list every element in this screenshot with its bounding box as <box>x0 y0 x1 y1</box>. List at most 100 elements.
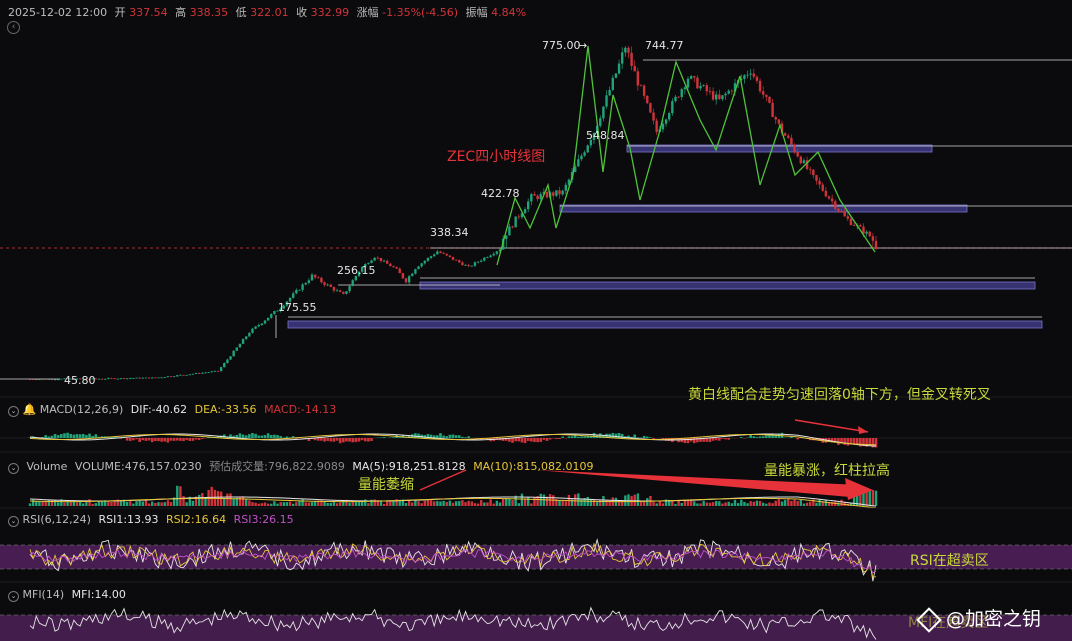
macd-bar <box>796 438 799 440</box>
volume-bar <box>871 489 875 506</box>
volume-bar <box>57 502 60 506</box>
macd-bar <box>88 433 91 438</box>
candle-body <box>511 226 514 228</box>
candle-body <box>151 377 154 379</box>
collapse-icon[interactable]: ⌄ <box>8 516 19 527</box>
candle-body <box>254 326 257 329</box>
ma10-label: MA(10): <box>473 460 517 473</box>
macd-bar <box>244 435 248 438</box>
dea-value: -33.56 <box>221 403 257 416</box>
candle-body <box>342 291 345 294</box>
volume-bar <box>232 498 235 506</box>
volume-bar <box>483 502 486 506</box>
volume-bar <box>736 503 740 506</box>
volume-bar <box>35 501 38 506</box>
candle-body <box>104 378 107 380</box>
macd-annotation: 黄白线配合走势匀速回落0轴下方，但金叉转死叉 <box>688 387 991 403</box>
price-label: 256.15 <box>337 264 376 277</box>
bell-icon[interactable]: 🔔 <box>23 403 37 416</box>
candle-body <box>407 276 411 283</box>
candle-body <box>270 314 273 318</box>
candle-body <box>370 260 373 264</box>
volume-bar <box>386 501 389 506</box>
candle-body <box>633 65 636 72</box>
collapse-icon[interactable]: ⌄ <box>8 406 19 417</box>
candle-body <box>307 280 311 283</box>
volume-bar <box>677 500 680 506</box>
ma5-label: MA(5): <box>352 460 389 473</box>
volume-bar <box>335 503 339 506</box>
candle-body <box>160 377 163 379</box>
volume-bar <box>874 490 878 506</box>
volume-bar <box>226 493 229 506</box>
macd-bar <box>580 436 583 438</box>
macd-bar <box>81 433 85 438</box>
macd-bar <box>201 438 204 440</box>
candle-body <box>639 85 643 87</box>
candle-body <box>426 257 430 261</box>
volume-bar <box>442 500 445 506</box>
candle-body <box>429 256 433 258</box>
volume-bar <box>82 503 85 506</box>
candle-body <box>389 263 392 267</box>
volume-bar <box>533 497 536 506</box>
candle-body <box>696 77 699 89</box>
candle-body <box>621 52 624 64</box>
candle-body <box>746 74 749 76</box>
volume-bar <box>85 501 88 506</box>
candle-body <box>834 201 837 209</box>
macd-bar <box>78 434 82 438</box>
candle-body <box>313 274 317 278</box>
candle-body <box>655 120 658 132</box>
macd-bar <box>326 438 329 441</box>
macd-bar <box>348 438 351 442</box>
candle-body <box>608 89 611 96</box>
macd-bar <box>163 438 167 442</box>
macd-bar <box>254 433 257 438</box>
candle-body <box>166 376 170 378</box>
volume-bar <box>448 500 452 506</box>
volume-bar <box>815 502 818 506</box>
candle-body <box>251 328 254 333</box>
price-label: 775.00 <box>542 39 581 52</box>
macd-bar <box>464 437 467 438</box>
macd-bar <box>442 435 445 438</box>
volume-bar <box>185 502 188 506</box>
collapse-icon[interactable]: ⌄ <box>8 463 19 474</box>
macd-bar <box>329 438 333 442</box>
macd-bar <box>761 436 765 438</box>
macd-bar <box>843 438 846 445</box>
candle-body <box>386 260 389 264</box>
candle-body <box>135 377 138 379</box>
candle-body <box>802 160 806 164</box>
candle-body <box>674 96 677 102</box>
candle-body <box>201 372 204 374</box>
candle-body <box>827 196 831 199</box>
macd-bar <box>533 438 536 443</box>
candle-body <box>777 119 781 124</box>
volume-bar <box>476 503 480 506</box>
candle-body <box>715 94 718 100</box>
volume-bar <box>790 500 793 506</box>
volume-bar <box>157 502 160 506</box>
macd-bar <box>649 437 652 438</box>
volume-bar <box>451 502 455 506</box>
candle-body <box>523 209 527 214</box>
volume-bar <box>144 500 148 506</box>
macd-bar <box>570 436 574 438</box>
volume-bar <box>492 503 495 506</box>
volume-bar <box>495 500 499 506</box>
macd-bar <box>686 438 690 444</box>
candle-body <box>204 372 207 374</box>
volume-bar <box>417 501 420 506</box>
candle-body <box>263 320 267 324</box>
macd-bar <box>392 437 395 438</box>
volume-bar <box>163 502 166 506</box>
volume-bar <box>169 502 173 506</box>
collapse-icon[interactable]: ⌄ <box>8 591 19 602</box>
volume-bar <box>151 501 154 506</box>
macd-bar <box>379 437 383 438</box>
candle-body <box>724 93 727 96</box>
volume-bar <box>292 503 295 506</box>
candle-body <box>129 378 132 380</box>
